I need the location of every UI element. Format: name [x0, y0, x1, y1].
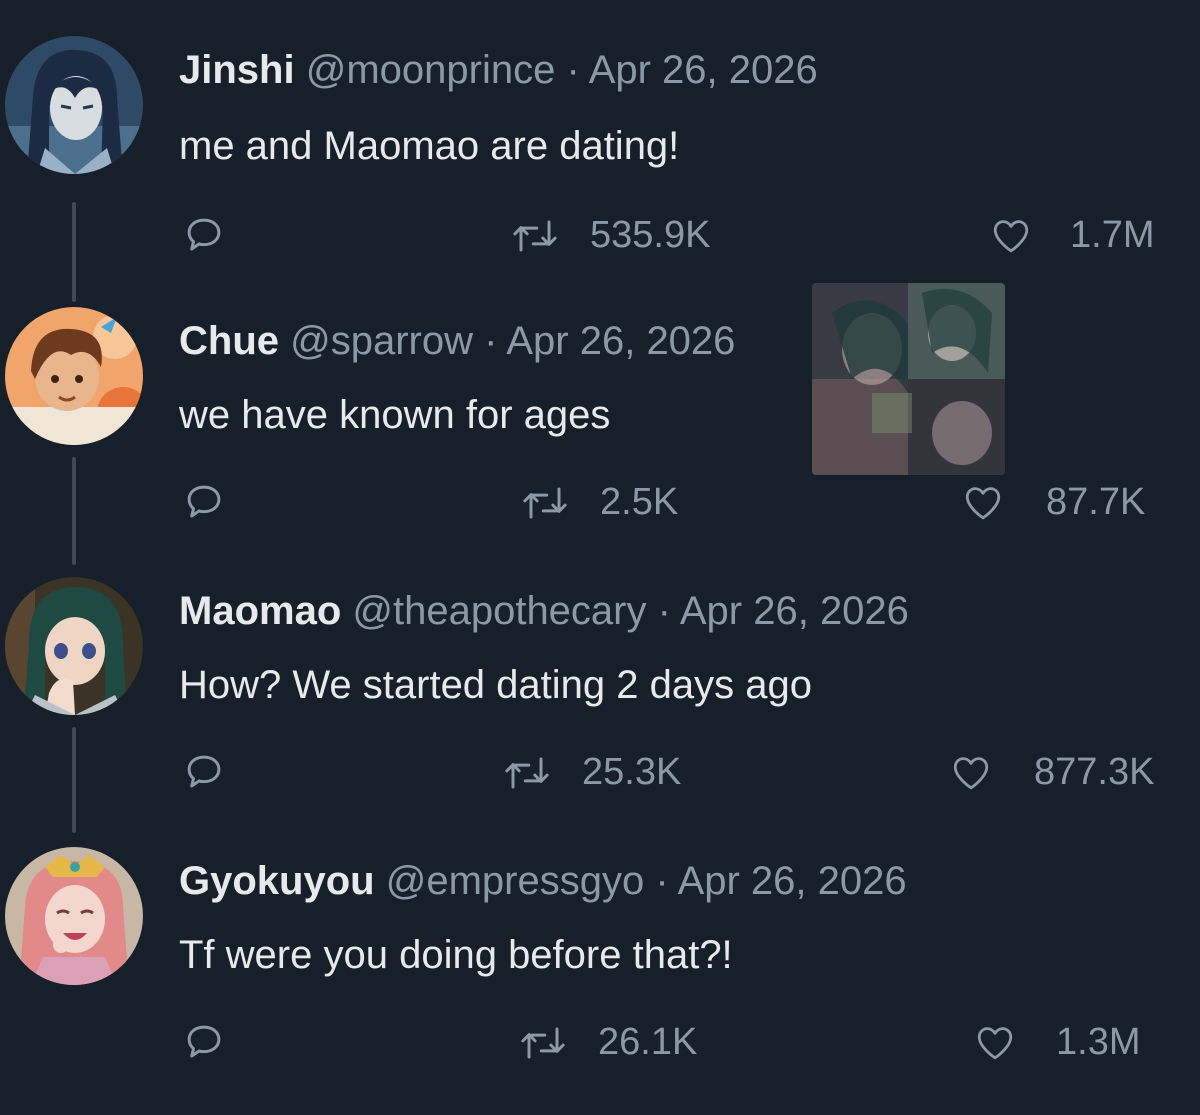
reply-icon: [187, 755, 221, 788]
user-handle[interactable]: @moonprince: [306, 48, 556, 92]
retweet-icon: [513, 220, 557, 251]
media-image: [812, 283, 1005, 475]
thread-line: [72, 457, 76, 565]
reply-icon: [187, 1025, 221, 1058]
reply-icon: [187, 218, 221, 251]
thread-line: [72, 202, 76, 302]
avatar-image: [5, 36, 143, 174]
heart-icon: [953, 756, 989, 789]
separator: ·: [655, 859, 669, 903]
avatar[interactable]: [5, 36, 143, 174]
display-name[interactable]: Chue: [179, 319, 279, 363]
tweet-header: Gyokuyou @empressgyo · Apr 26, 2026: [179, 857, 907, 905]
reply-button[interactable]: [182, 751, 226, 793]
separator: ·: [484, 319, 498, 363]
retweet-icon: [505, 757, 549, 788]
retweet-icon: [521, 1027, 565, 1058]
thread-line: [72, 727, 76, 833]
reply-button[interactable]: [182, 214, 226, 256]
like-count: 1.3M: [1056, 1021, 1141, 1063]
user-handle[interactable]: @sparrow: [290, 319, 473, 363]
retweet-button[interactable]: 26.1K: [518, 1021, 697, 1064]
tweet[interactable]: Gyokuyou @empressgyo · Apr 26, 2026 Tf w…: [0, 845, 1200, 1115]
tweet-text: Tf were you doing before that?!: [179, 933, 733, 977]
retweet-button[interactable]: 2.5K: [520, 481, 678, 524]
reply-icon: [187, 485, 221, 518]
display-name[interactable]: Jinshi: [179, 48, 295, 92]
like-button[interactable]: 1.7M: [988, 214, 1154, 257]
timestamp[interactable]: Apr 26, 2026: [506, 319, 735, 363]
reply-button[interactable]: [182, 481, 226, 523]
tweet-header: Maomao @theapothecary · Apr 26, 2026: [179, 587, 909, 635]
user-handle[interactable]: @empressgyo: [386, 859, 644, 903]
avatar-image: [5, 847, 143, 985]
tweet-header: Chue @sparrow · Apr 26, 2026: [179, 317, 735, 365]
reply-button[interactable]: [182, 1021, 226, 1063]
tweet[interactable]: Maomao @theapothecary · Apr 26, 2026 How…: [0, 575, 1200, 845]
avatar-image: [5, 577, 143, 715]
tweet[interactable]: Jinshi @moonprince · Apr 26, 2026 me and…: [0, 34, 1200, 304]
tweet-text: How? We started dating 2 days ago: [179, 663, 812, 707]
heart-icon: [965, 486, 1001, 519]
like-button[interactable]: 1.3M: [972, 1021, 1140, 1064]
avatar[interactable]: [5, 847, 143, 985]
like-count: 1.7M: [1070, 214, 1155, 256]
tweet-header: Jinshi @moonprince · Apr 26, 2026: [179, 46, 818, 94]
avatar[interactable]: [5, 577, 143, 715]
retweet-count: 25.3K: [582, 751, 682, 793]
like-count: 87.7K: [1046, 481, 1146, 523]
retweet-count: 26.1K: [598, 1021, 698, 1063]
heart-icon: [977, 1026, 1013, 1059]
timestamp[interactable]: Apr 26, 2026: [678, 859, 907, 903]
avatar[interactable]: [5, 307, 143, 445]
separator: ·: [566, 48, 580, 92]
avatar-image: [5, 307, 143, 445]
separator: ·: [657, 589, 671, 633]
like-button[interactable]: 87.7K: [960, 481, 1145, 524]
user-handle[interactable]: @theapothecary: [352, 589, 646, 633]
retweet-button[interactable]: 535.9K: [510, 214, 710, 257]
retweet-count: 2.5K: [600, 481, 679, 523]
tweet[interactable]: Chue @sparrow · Apr 26, 2026 we have kno…: [0, 305, 1200, 575]
like-button[interactable]: 877.3K: [948, 751, 1154, 794]
timestamp[interactable]: Apr 26, 2026: [680, 589, 909, 633]
heart-icon: [993, 219, 1029, 252]
display-name[interactable]: Gyokuyou: [179, 859, 375, 903]
retweet-count: 535.9K: [590, 214, 711, 256]
retweet-button[interactable]: 25.3K: [502, 751, 681, 794]
display-name[interactable]: Maomao: [179, 589, 341, 633]
tweet-text: me and Maomao are dating!: [179, 124, 680, 168]
timestamp[interactable]: Apr 26, 2026: [589, 48, 818, 92]
retweet-icon: [523, 487, 567, 518]
tweet-text: we have known for ages: [179, 393, 611, 437]
like-count: 877.3K: [1034, 751, 1155, 793]
media-thumbnail[interactable]: [812, 283, 1005, 475]
